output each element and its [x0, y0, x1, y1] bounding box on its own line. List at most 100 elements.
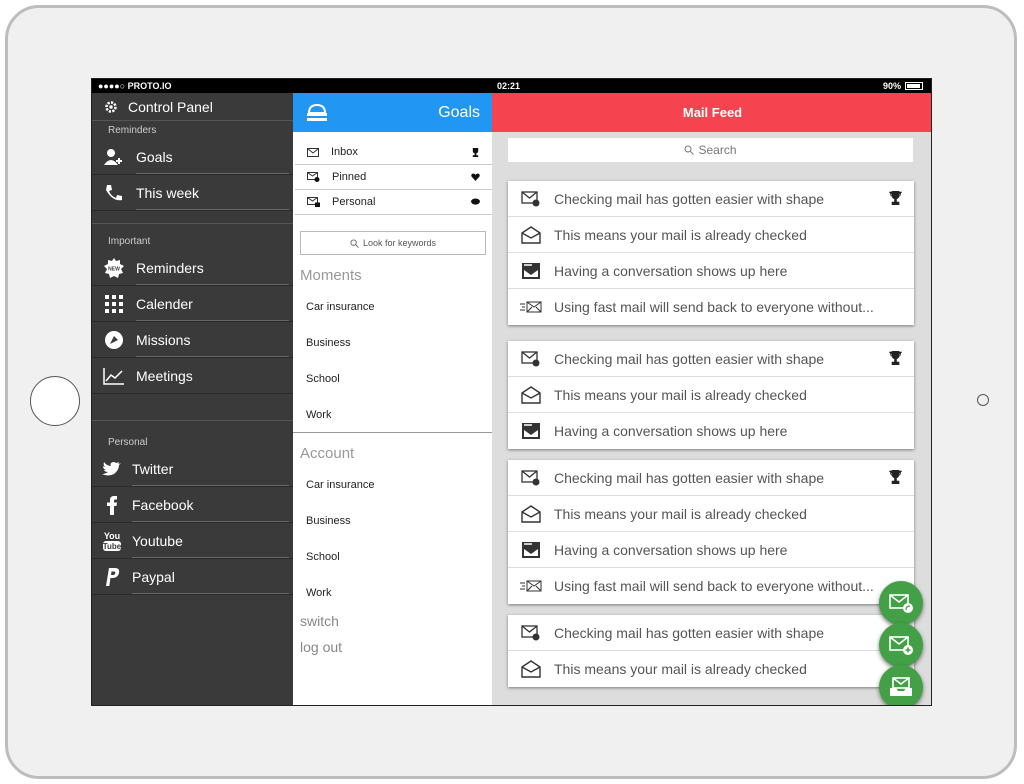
mail-subject: Having a conversation shows up here — [554, 541, 788, 558]
carrier: ●●●●○ PROTO.IO — [98, 81, 172, 91]
section-personal: Personal — [108, 437, 148, 448]
moment-item[interactable]: Business — [293, 325, 492, 361]
battery-icon — [905, 82, 923, 90]
mail-item[interactable]: Using fast mail will send back to everyo… — [508, 568, 914, 604]
sidebar-item-this-week[interactable]: This week — [92, 175, 293, 211]
mail-open-icon — [520, 504, 542, 523]
gear-icon — [105, 100, 117, 113]
camera — [977, 394, 989, 406]
sidebar-item-facebook[interactable]: Facebook — [92, 487, 293, 523]
folder-inbox[interactable]: Inbox — [295, 140, 492, 165]
twitter-icon — [92, 461, 132, 477]
folder-label: Inbox — [331, 146, 358, 158]
account-item[interactable]: Work — [293, 575, 492, 611]
goals-panel: Goals Inbox Pinned Personal Look for key… — [293, 93, 492, 705]
sidebar-item-missions[interactable]: Missions — [92, 322, 293, 358]
goals-title: Goals — [438, 103, 480, 121]
moment-item[interactable]: Car insurance — [293, 289, 492, 325]
mail-conversation-icon — [520, 541, 542, 559]
mail-subject: Checking mail has gotten easier with sha… — [554, 350, 825, 367]
paypal-icon — [92, 567, 132, 587]
keyword-placeholder: Look for keywords — [362, 238, 437, 248]
mail-feed: Mail Feed Search Checking mail has gotte… — [492, 93, 931, 705]
inbox-tray-icon — [890, 677, 912, 696]
mail-card: Checking mail has gotten easier with sha… — [508, 181, 914, 325]
mail-item[interactable]: Checking mail has gotten easier with sha… — [508, 460, 914, 496]
mail-subject: Checking mail has gotten easier with sha… — [554, 190, 825, 207]
account-item[interactable]: School — [293, 539, 492, 575]
search-icon — [684, 145, 695, 155]
switch-link[interactable]: switch — [293, 611, 492, 639]
sidebar-item-label: Calender — [136, 295, 193, 312]
mail-item[interactable]: This means your mail is already checked — [508, 651, 914, 687]
chat-icon — [471, 198, 480, 205]
moment-item[interactable]: Work — [293, 397, 492, 433]
mail-icon — [307, 147, 319, 157]
mail-item[interactable]: This means your mail is already checked — [508, 377, 914, 413]
mail-lock-icon — [307, 197, 320, 207]
control-panel-label: Control Panel — [128, 98, 213, 115]
account-item[interactable]: Business — [293, 503, 492, 539]
grid-icon — [92, 294, 136, 314]
control-panel-header[interactable]: Control Panel — [92, 93, 293, 121]
search-placeholder: Search — [698, 143, 737, 157]
moment-item[interactable]: School — [293, 361, 492, 397]
mail-subject: Using fast mail will send back to everyo… — [554, 299, 874, 315]
trophy-icon — [889, 351, 902, 365]
sidebar-item-reminders[interactable]: NEW Reminders — [92, 250, 293, 286]
sidebar-item-meetings[interactable]: Meetings — [92, 358, 293, 394]
mail-attach-icon — [520, 469, 542, 486]
mail-attach-icon — [520, 190, 542, 207]
mail-feed-header: Mail Feed — [492, 93, 931, 132]
mail-card: Checking mail has gotten easier with sha… — [508, 615, 914, 687]
mail-item[interactable]: This means your mail is already checked — [508, 217, 914, 253]
keyword-search-input[interactable]: Look for keywords — [300, 231, 486, 255]
mail-subject: Having a conversation shows up here — [554, 262, 788, 279]
sidebar-item-goals[interactable]: Goals — [92, 139, 293, 175]
add-mail-fab[interactable] — [879, 623, 923, 667]
sidebar-item-label: Twitter — [132, 460, 174, 477]
fast-mail-icon — [520, 301, 542, 313]
mail-item[interactable]: Having a conversation shows up here — [508, 532, 914, 568]
sidebar-item-label: Youtube — [132, 532, 183, 549]
sidebar-item-youtube[interactable]: You Tube Youtube — [92, 523, 293, 559]
folder-personal[interactable]: Personal — [295, 190, 492, 215]
sidebar-item-label: Paypal — [132, 568, 175, 585]
feed-search-input[interactable]: Search — [508, 138, 913, 162]
sidebar-item-twitter[interactable]: Twitter — [92, 451, 293, 487]
logout-link[interactable]: log out — [293, 639, 492, 655]
mail-item[interactable]: Checking mail has gotten easier with sha… — [508, 181, 914, 217]
folder-pinned[interactable]: Pinned — [295, 165, 492, 190]
section-reminders: Reminders — [108, 125, 157, 136]
mail-card: Checking mail has gotten easier with sha… — [508, 460, 914, 604]
home-button[interactable] — [30, 376, 80, 426]
facebook-icon — [92, 495, 132, 515]
account-heading: Account — [300, 445, 355, 462]
inbox-fab[interactable] — [879, 665, 923, 705]
rss-mail-fab[interactable] — [879, 581, 923, 625]
mail-conversation-icon — [520, 262, 542, 280]
sidebar-item-paypal[interactable]: Paypal — [92, 559, 293, 595]
inbox-tray-icon[interactable] — [305, 103, 329, 123]
mail-item[interactable]: This means your mail is already checked — [508, 496, 914, 532]
folder-label: Pinned — [332, 171, 367, 183]
phone-icon — [92, 183, 136, 203]
new-badge-icon: NEW — [92, 257, 136, 279]
sidebar-item-label: Meetings — [136, 367, 193, 384]
mail-pin-icon — [307, 172, 320, 182]
mail-open-icon — [520, 660, 542, 678]
trophy-icon — [472, 147, 479, 157]
mail-item[interactable]: Checking mail has gotten easier with sha… — [508, 341, 914, 377]
mail-item[interactable]: Having a conversation shows up here — [508, 253, 914, 289]
mail-subject: Using fast mail will send back to everyo… — [554, 578, 874, 594]
account-item[interactable]: Car insurance — [293, 467, 492, 503]
sidebar-item-label: This week — [136, 184, 200, 201]
heart-icon — [471, 173, 480, 181]
sidebar-item-calender[interactable]: Calender — [92, 286, 293, 322]
mail-item[interactable]: Having a conversation shows up here — [508, 413, 914, 449]
mail-item[interactable]: Using fast mail will send back to everyo… — [508, 289, 914, 325]
mail-item[interactable]: Checking mail has gotten easier with sha… — [508, 615, 914, 651]
sidebar-item-label: Reminders — [136, 259, 204, 276]
mail-attach-icon — [520, 624, 542, 641]
mail-subject: Checking mail has gotten easier with sha… — [554, 624, 825, 641]
